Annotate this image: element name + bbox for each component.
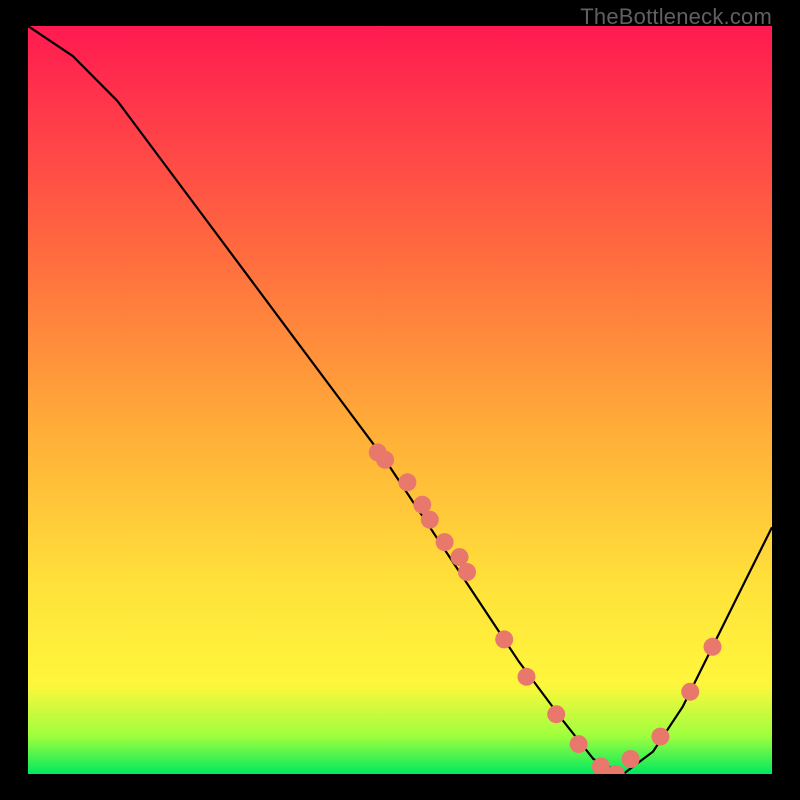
highlight-dot (704, 638, 722, 656)
highlight-dot (458, 563, 476, 581)
highlight-dot (421, 511, 439, 529)
chart-container: TheBottleneck.com (0, 0, 800, 800)
plot-area (28, 26, 772, 774)
highlight-dot (518, 668, 536, 686)
highlight-dot (376, 451, 394, 469)
highlight-dot (398, 473, 416, 491)
highlight-dot (436, 533, 454, 551)
highlight-dot (681, 683, 699, 701)
highlight-dot (651, 728, 669, 746)
curve-svg (28, 26, 772, 774)
axis-tick-bottom (396, 774, 404, 787)
highlight-dot (622, 750, 640, 768)
axis-tick-left (14, 380, 28, 388)
bottleneck-curve-path (28, 26, 772, 774)
highlight-dot (570, 735, 588, 753)
highlight-dots (369, 443, 722, 774)
highlight-dot (495, 630, 513, 648)
highlight-dot (547, 705, 565, 723)
